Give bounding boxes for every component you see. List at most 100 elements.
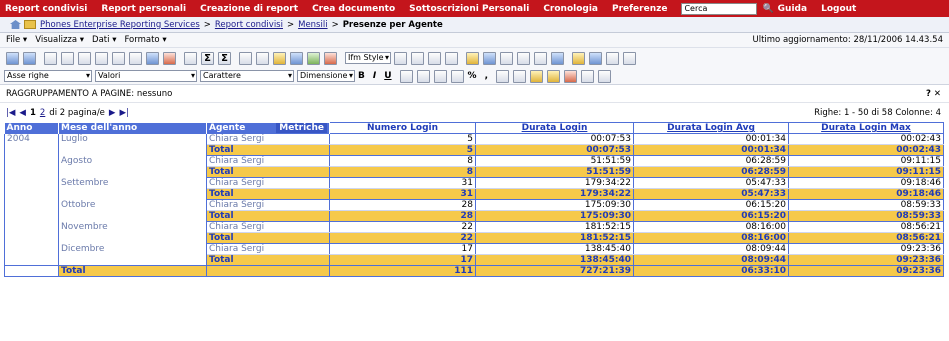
size-dropdown[interactable]: Dimensione bbox=[297, 70, 355, 82]
menu-formato[interactable]: Formato ▾ bbox=[124, 35, 166, 45]
filter-icon[interactable] bbox=[273, 51, 286, 65]
nav-logout[interactable]: Logout bbox=[821, 4, 856, 14]
bold-button[interactable]: B bbox=[358, 71, 365, 81]
header-month[interactable]: Mese dell'anno bbox=[58, 122, 207, 134]
month-cell: Settembre bbox=[58, 177, 207, 200]
layout-icon[interactable] bbox=[500, 51, 513, 65]
redo-icon[interactable] bbox=[78, 51, 91, 65]
header-durata-login-avg[interactable]: Durata Login Avg bbox=[633, 122, 789, 134]
print-icon[interactable] bbox=[44, 51, 57, 65]
rank-icon[interactable] bbox=[411, 51, 424, 65]
subtotals-icon[interactable]: Σ bbox=[201, 51, 214, 65]
formula-icon[interactable] bbox=[239, 51, 252, 65]
comma-button[interactable]: , bbox=[485, 71, 488, 81]
graph-view-icon[interactable] bbox=[129, 51, 142, 65]
value-cell: 51:51:59 bbox=[475, 155, 634, 167]
percent-button[interactable]: % bbox=[468, 71, 477, 81]
style-dropdown[interactable]: Ifm Style bbox=[345, 52, 391, 64]
chart-type-icon[interactable] bbox=[324, 51, 337, 65]
data-icon[interactable] bbox=[606, 51, 619, 65]
report-details-icon[interactable] bbox=[551, 51, 564, 65]
field-list-icon[interactable] bbox=[534, 51, 547, 65]
header-metrics[interactable]: Metriche bbox=[276, 123, 327, 133]
export-icon[interactable] bbox=[163, 51, 176, 65]
total-cell: 00:07:53 bbox=[475, 144, 634, 156]
page-by-icon[interactable] bbox=[466, 51, 479, 65]
breadcrumb-report-condivisi[interactable]: Report condivisi bbox=[215, 20, 283, 30]
total-cell: 08:59:33 bbox=[788, 210, 944, 222]
home-icon[interactable] bbox=[10, 20, 21, 29]
totals-icon[interactable]: Σ bbox=[218, 51, 231, 65]
nav-creazione-report[interactable]: Creazione di report bbox=[200, 4, 298, 14]
save-icon[interactable] bbox=[23, 51, 36, 65]
chart-icon[interactable] bbox=[307, 51, 320, 65]
outline-icon[interactable] bbox=[184, 51, 197, 65]
grid-graph-icon[interactable] bbox=[146, 51, 159, 65]
refresh-icon[interactable] bbox=[95, 51, 108, 65]
align-left-icon[interactable] bbox=[399, 69, 413, 83]
last-page-icon[interactable]: ▶| bbox=[119, 108, 128, 118]
total-cell: 06:15:20 bbox=[633, 210, 789, 222]
header-durata-login[interactable]: Durata Login bbox=[475, 122, 634, 134]
value-cell: 06:15:20 bbox=[633, 199, 789, 211]
nav-preferenze[interactable]: Preferenze bbox=[612, 4, 667, 14]
align-center-icon[interactable] bbox=[416, 69, 430, 83]
nav-report-condivisi[interactable]: Report condivisi bbox=[5, 4, 87, 14]
fill-color-icon[interactable] bbox=[530, 69, 543, 83]
first-page-icon[interactable]: |◀ bbox=[6, 108, 15, 118]
header-year[interactable]: Anno bbox=[4, 122, 59, 134]
borders-icon[interactable] bbox=[581, 69, 594, 83]
autostyle-icon[interactable] bbox=[394, 51, 407, 65]
view-filter-icon[interactable] bbox=[589, 51, 602, 65]
header-numero-login[interactable]: Numero Login bbox=[329, 122, 476, 134]
search-icon[interactable]: 🔍 bbox=[762, 4, 773, 14]
threshold-icon[interactable] bbox=[428, 51, 441, 65]
line-style-icon[interactable] bbox=[598, 69, 611, 83]
nav-crea-documento[interactable]: Crea documento bbox=[312, 4, 395, 14]
underline-button[interactable]: U bbox=[384, 71, 391, 81]
design-icon[interactable] bbox=[6, 51, 19, 65]
menu-visualizza[interactable]: Visualizza ▾ bbox=[35, 35, 84, 45]
increase-decimal-icon[interactable] bbox=[496, 69, 509, 83]
grid-view-icon[interactable] bbox=[112, 51, 125, 65]
nav-sottoscrizioni[interactable]: Sottoscrizioni Personali bbox=[409, 4, 529, 14]
undo-icon[interactable] bbox=[61, 51, 74, 65]
total-cell: 06:28:59 bbox=[633, 166, 789, 178]
nav-guida[interactable]: Guida bbox=[778, 4, 807, 14]
drill-icon[interactable] bbox=[445, 51, 458, 65]
panel-icon[interactable] bbox=[517, 51, 530, 65]
next-page-icon[interactable]: ▶ bbox=[109, 108, 116, 118]
prompt-icon[interactable] bbox=[623, 51, 636, 65]
sort-icon[interactable] bbox=[256, 51, 269, 65]
currency-icon[interactable] bbox=[450, 69, 464, 83]
values-dropdown[interactable]: Valori bbox=[95, 70, 197, 82]
menu-dati[interactable]: Dati ▾ bbox=[92, 35, 116, 45]
object-browser-icon[interactable] bbox=[483, 51, 496, 65]
header-agent[interactable]: Agente Metriche bbox=[206, 122, 330, 134]
value-cell: 09:11:15 bbox=[788, 155, 944, 167]
breadcrumb-mensili[interactable]: Mensili bbox=[298, 20, 327, 30]
menu-file[interactable]: File ▾ bbox=[6, 35, 27, 45]
total-cell: 08:16:00 bbox=[633, 232, 789, 244]
search-input[interactable]: Cerca bbox=[681, 2, 758, 15]
nav-cronologia[interactable]: Cronologia bbox=[543, 4, 598, 14]
value-cell: 08:09:44 bbox=[633, 243, 789, 255]
page-2-link[interactable]: 2 bbox=[40, 108, 45, 118]
year-cell: 2004 bbox=[4, 133, 59, 266]
align-right-icon[interactable] bbox=[433, 69, 447, 83]
help-close-buttons[interactable]: ? ✕ bbox=[926, 89, 941, 99]
folder-icon bbox=[24, 20, 36, 29]
total-cell: 5 bbox=[329, 144, 476, 156]
prev-page-icon[interactable]: ◀ bbox=[19, 108, 26, 118]
line-color-icon[interactable] bbox=[547, 69, 560, 83]
font-color-icon[interactable] bbox=[564, 69, 577, 83]
pivot-icon[interactable] bbox=[290, 51, 303, 65]
italic-button[interactable]: I bbox=[373, 71, 376, 81]
font-dropdown[interactable]: Carattere bbox=[200, 70, 294, 82]
nav-report-personali[interactable]: Report personali bbox=[101, 4, 186, 14]
breadcrumb-root[interactable]: Phones Enterprise Reporting Services bbox=[40, 20, 200, 30]
rows-axis-dropdown[interactable]: Asse righe bbox=[4, 70, 92, 82]
header-durata-login-max[interactable]: Durata Login Max bbox=[788, 122, 944, 134]
notes-icon[interactable] bbox=[572, 51, 585, 65]
decrease-decimal-icon[interactable] bbox=[513, 69, 526, 83]
